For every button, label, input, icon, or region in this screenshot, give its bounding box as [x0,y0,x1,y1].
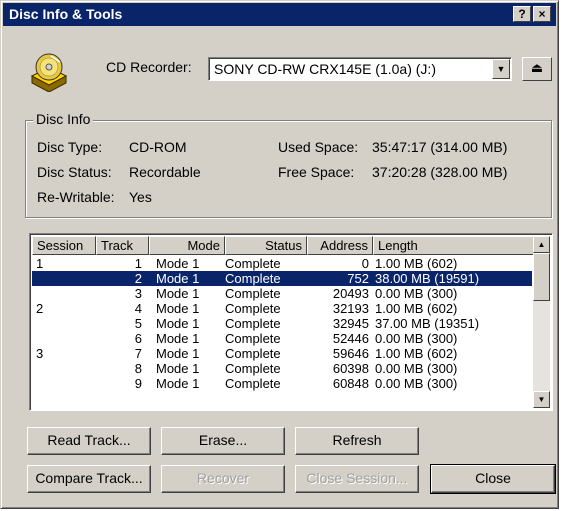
cell-mode: Mode 1 [156,271,200,286]
cell-length: 0.00 MB (300) [375,361,458,376]
cell-status: Complete [225,316,281,331]
table-row[interactable]: 9 Mode 1 Complete 60848 0.00 MB (300) [32,376,532,391]
cell-address: 20493 [332,286,369,301]
cell-length: 0.00 MB (300) [375,376,458,391]
recover-button[interactable]: Recover [161,465,285,493]
table-row[interactable]: 3 Mode 1 Complete 20493 0.00 MB (300) [32,286,532,301]
window-title: Disc Info & Tools [9,6,123,22]
rewritable-label: Re-Writable: [37,189,115,205]
table-row[interactable]: 8 Mode 1 Complete 60398 0.00 MB (300) [32,361,532,376]
disc-status-label: Disc Status: [37,164,112,180]
free-space-label: Free Space: [278,164,355,180]
cell-mode: Mode 1 [156,376,200,391]
cell-mode: Mode 1 [156,256,200,271]
cell-track: 9 [134,376,142,391]
cell-address: 59646 [332,346,369,361]
table-row[interactable]: 2 Mode 1 Complete 752 38.00 MB (19591) [32,271,532,286]
column-mode[interactable]: Mode [149,236,225,255]
close-window-button[interactable]: × [533,6,551,22]
column-status[interactable]: Status [225,236,307,255]
cell-track: 7 [134,346,142,361]
cell-mode: Mode 1 [156,346,200,361]
close-session-button[interactable]: Close Session... [295,465,419,493]
used-space-value: 35:47:17 (314.00 MB) [372,139,508,155]
chevron-down-icon[interactable]: ▼ [492,59,510,79]
used-space-label: Used Space: [278,139,359,155]
cell-length: 0.00 MB (300) [375,331,458,346]
disc-type-value: CD-ROM [129,139,187,155]
title-bar[interactable]: Disc Info & Tools ? × [3,3,556,26]
cell-track: 4 [134,301,142,316]
cell-mode: Mode 1 [156,286,200,301]
cell-length: 1.00 MB (602) [375,301,458,316]
cell-length: 1.00 MB (602) [375,346,458,361]
cell-track: 6 [134,331,142,346]
column-length[interactable]: Length [373,236,534,255]
rewritable-value: Yes [129,189,152,205]
cell-status: Complete [225,376,281,391]
cell-status: Complete [225,286,281,301]
cell-address: 32193 [332,301,369,316]
free-space-value: 37:20:28 (328.00 MB) [372,164,508,180]
cell-session: 3 [36,346,44,361]
cell-status: Complete [225,361,281,376]
eject-button[interactable]: ⏏ [522,57,552,81]
cd-drive-icon [30,53,68,92]
cell-address: 32945 [332,316,369,331]
cell-mode: Mode 1 [156,316,200,331]
disc-status-value: Recordable [129,164,201,180]
cell-mode: Mode 1 [156,331,200,346]
cell-length: 1.00 MB (602) [375,256,458,271]
disc-type-label: Disc Type: [37,139,103,155]
cell-status: Complete [225,331,281,346]
cell-address: 752 [347,271,369,286]
cell-length: 38.00 MB (19591) [375,271,480,286]
help-button[interactable]: ? [513,6,531,22]
cell-track: 8 [134,361,142,376]
cell-session: 1 [36,256,44,271]
table-row[interactable]: 6 Mode 1 Complete 52446 0.00 MB (300) [32,331,532,346]
cell-status: Complete [225,301,281,316]
cell-track: 2 [134,271,142,286]
vertical-scrollbar[interactable]: ▲ ▼ [533,236,550,408]
cell-mode: Mode 1 [156,301,200,316]
scroll-down-button[interactable]: ▼ [533,391,550,408]
cd-recorder-label: CD Recorder: [106,59,192,75]
column-session[interactable]: Session [32,236,96,255]
cell-address: 60398 [332,361,369,376]
tracks-list[interactable]: Session Track Mode Status Address Length… [29,233,553,411]
compare-track-button[interactable]: Compare Track... [27,465,151,493]
erase-button[interactable]: Erase... [161,427,285,455]
cell-address: 0 [361,256,369,271]
eject-icon: ⏏ [530,60,544,75]
list-header: Session Track Mode Status Address Length [32,236,534,255]
cell-mode: Mode 1 [156,361,200,376]
cell-status: Complete [225,271,281,286]
close-button[interactable]: Close [430,464,556,494]
cd-recorder-value: SONY CD-RW CRX145E (1.0a) (J:) [214,61,436,77]
column-track[interactable]: Track [96,236,149,255]
cell-track: 5 [134,316,142,331]
table-row[interactable]: 1 1 Mode 1 Complete 0 1.00 MB (602) [32,256,532,271]
table-row[interactable]: 2 4 Mode 1 Complete 32193 1.00 MB (602) [32,301,532,316]
cell-address: 52446 [332,331,369,346]
cell-length: 37.00 MB (19351) [375,316,480,331]
disc-info-group-title: Disc Info [33,111,94,127]
column-address[interactable]: Address [307,236,373,255]
cell-track: 3 [134,286,142,301]
table-row[interactable]: 3 7 Mode 1 Complete 59646 1.00 MB (602) [32,346,532,361]
cell-address: 60848 [332,376,369,391]
cell-length: 0.00 MB (300) [375,286,458,301]
scroll-up-button[interactable]: ▲ [533,236,550,253]
cd-recorder-select[interactable]: SONY CD-RW CRX145E (1.0a) (J:) ▼ [208,57,512,81]
refresh-button[interactable]: Refresh [295,427,419,455]
table-row[interactable]: 5 Mode 1 Complete 32945 37.00 MB (19351) [32,316,532,331]
scroll-thumb[interactable] [533,253,550,301]
cell-track: 1 [134,256,142,271]
disc-info-dialog: Disc Info & Tools ? × CD Recorder: SONY … [0,0,559,509]
cell-session: 2 [36,301,44,316]
cell-status: Complete [225,256,281,271]
cell-status: Complete [225,346,281,361]
read-track-button[interactable]: Read Track... [27,427,151,455]
